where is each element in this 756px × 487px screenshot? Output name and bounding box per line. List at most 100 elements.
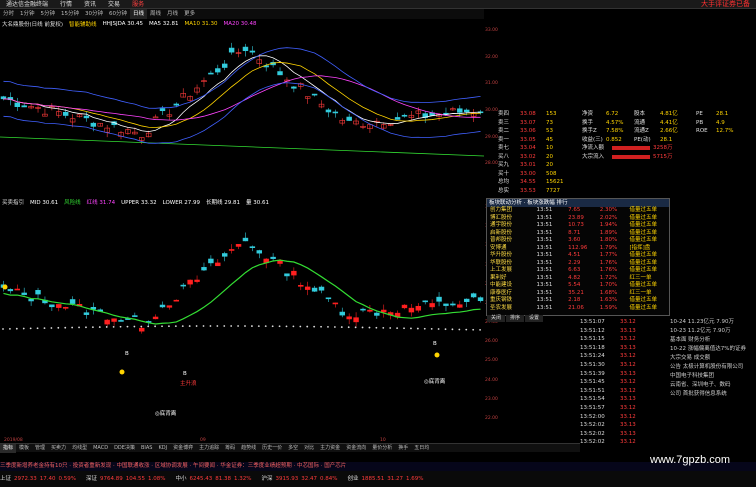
menu-trade[interactable]: 交易	[102, 0, 126, 9]
sector-row[interactable]: 通宇股份 13:51 10.73 1.94% 借量过五单	[487, 222, 669, 230]
indicator-tab[interactable]: 历史一价	[259, 444, 285, 453]
news-item[interactable]: 中国电子科技集团	[670, 372, 756, 381]
sector-pct: 1.76%	[599, 259, 618, 266]
stat-key: 流通	[634, 119, 646, 126]
sector-price: 2.18	[568, 297, 581, 303]
settings-button[interactable]: 设置	[525, 315, 544, 322]
indicator-tab[interactable]: DDE决策	[111, 444, 138, 453]
candle-body	[318, 286, 325, 291]
indicator-chart[interactable]: B B B ◎底背离 ◎底背离 主升浪	[0, 197, 484, 437]
period-tab[interactable]: 15分钟	[58, 9, 82, 19]
period-tab[interactable]: 60分钟	[106, 9, 130, 19]
sector-row[interactable]: 创力集团 13:51 7.65 2.30% 借量过五单	[487, 207, 669, 215]
indicator-tab[interactable]: 资金流向	[343, 444, 369, 453]
indicator-tab[interactable]: 模板	[16, 444, 32, 453]
tick-price: 33.12	[620, 336, 636, 343]
news-item[interactable]: 云南省、深圳电子、数码	[670, 381, 756, 390]
brand-label: 大手评证券已备	[701, 0, 750, 8]
long-term-dot	[15, 327, 18, 330]
period-tab[interactable]: 1分钟	[17, 9, 38, 19]
indicator-tab[interactable]: 多空	[285, 444, 301, 453]
indicator-tab[interactable]: MACD	[90, 444, 111, 453]
sector-stock-name: 圣农发展	[490, 304, 513, 311]
indicator-tab[interactable]: KDJ	[155, 444, 170, 453]
sector-row[interactable]: 华联股份 13:51 2.29 1.76% 借量过五单	[487, 260, 669, 268]
sector-row[interactable]: 博汇股份 13:51 23.89 2.02% 借量过五单	[487, 215, 669, 223]
indicator-tab[interactable]: 五日均	[411, 444, 432, 453]
indicator-tab[interactable]: 买卖力	[48, 444, 69, 453]
tick-row: 13:51:24 33.12	[580, 352, 670, 361]
indicator-tab[interactable]: 趋势线	[238, 444, 259, 453]
long-term-dot	[223, 325, 226, 327]
index-quote[interactable]: 沪深 3915.93 32.47 0.84%	[262, 471, 338, 487]
candle-body	[325, 109, 332, 113]
flow-row: 净流入额 3258万	[582, 144, 692, 153]
indicator-tab[interactable]: 资金博弈	[170, 444, 196, 453]
indicator-tab[interactable]: 指标	[0, 443, 17, 453]
period-tab[interactable]: 更多	[181, 9, 198, 19]
menu-info[interactable]: 资讯	[78, 0, 102, 9]
sector-time: 13:51	[536, 207, 553, 213]
sector-row[interactable]: 圣农发展 13:51 21.06 1.59% 借量过五单	[487, 305, 669, 313]
sector-row[interactable]: 康泰医疗 13:51 35.21 1.68% 红三一单	[487, 290, 669, 298]
long-term-dot	[451, 328, 454, 331]
indicator-tab[interactable]: 管理	[32, 444, 48, 453]
period-tab[interactable]: 分时	[0, 9, 17, 19]
indicator-tab[interactable]: 对比	[301, 444, 317, 453]
period-tab[interactable]: 月线	[164, 9, 181, 19]
index-quote[interactable]: 深证 9764.89 104.55 1.08%	[86, 471, 166, 487]
sector-stock-name: 上工发展	[490, 267, 513, 273]
sector-row[interactable]: 果利好 13:51 4.82 1.72% 红三一单	[487, 275, 669, 283]
close-button[interactable]: 关闭	[487, 315, 506, 322]
flow-value: 3258万	[653, 145, 673, 151]
menu-market[interactable]: 行情	[54, 0, 78, 9]
news-item[interactable]: 大宗交易 成交额	[670, 354, 756, 363]
menu-app[interactable]: 通达信金融终端	[0, 0, 54, 9]
index-quote[interactable]: 上证 2972.33 17.40 0.59%	[0, 471, 76, 487]
sector-row[interactable]: 重庆钢铁 13:51 2.18 1.63% 借量过五单	[487, 297, 669, 305]
sector-row[interactable]: 华升股份 13:51 4.51 1.77% 借量过五单	[487, 252, 669, 260]
indicator-tab[interactable]: BIAS	[138, 444, 156, 453]
sector-price: 112.96	[568, 244, 588, 251]
indicator-tab[interactable]: 量价分析	[369, 444, 395, 453]
sector-price: 10.73	[568, 222, 584, 228]
period-tab[interactable]: 30分钟	[82, 9, 106, 19]
news-item[interactable]: 10-24 11.23亿元 7.90万	[670, 318, 756, 327]
period-tab[interactable]: 周线	[147, 9, 164, 19]
period-tab-day[interactable]: 日线	[130, 9, 148, 19]
news-item[interactable]: 公司 首批获得信息系统	[670, 390, 756, 399]
sector-row[interactable]: 启新股份 13:51 8.71 1.89% 借量过五单	[487, 230, 669, 238]
menu-service[interactable]: 服务	[126, 0, 150, 9]
news-item[interactable]: 10-23 11.2亿元 7.90万	[670, 327, 756, 336]
valuation-row: PB 4.9	[696, 119, 754, 128]
stat-key: 收益(三)	[582, 136, 603, 143]
sector-row[interactable]: 上工发展 13:51 6.63 1.76% 借量过五单	[487, 267, 669, 275]
indicator-tab[interactable]: 主力资金	[317, 444, 343, 453]
index-quote[interactable]: 创业 1885.51 31.27 1.69%	[348, 471, 424, 487]
indicator-tab[interactable]: 均线型	[69, 444, 90, 453]
index-quote[interactable]: 中小 6245.43 81.38 1.32%	[176, 471, 252, 487]
tick-price: 33.13	[620, 422, 636, 429]
sector-row[interactable]: 安博通 13:51 112.96 1.79% [指挥]盘	[487, 245, 669, 253]
news-item[interactable]: 10-22 涨幅偏离值达7%的证券	[670, 345, 756, 354]
sector-row[interactable]: 普邦股份 13:51 3.60 1.80% 借量过五单	[487, 237, 669, 245]
news-item[interactable]: 公告 太极计算机股份有限公司	[670, 363, 756, 372]
sort-button[interactable]: 排序	[506, 315, 525, 322]
tick-time: 13:51:30	[580, 361, 605, 368]
news-item[interactable]: 基本面 财务分析	[670, 336, 756, 345]
candle-body	[14, 288, 21, 291]
period-tab[interactable]: 5分钟	[38, 9, 59, 19]
indicator-tab[interactable]: 筹码	[222, 444, 238, 453]
sector-stock-name: 果利好	[490, 274, 507, 281]
stat-key: 股本	[634, 111, 646, 117]
indicator-tab[interactable]: 换手	[395, 444, 411, 453]
sector-pct: 1.77%	[599, 252, 618, 258]
sector-popup[interactable]: 板块联动分析 · 板块涨跌幅 排行 创力集团 13:51 7.65 2.30% 借量过五…	[486, 198, 670, 322]
candle-body	[256, 250, 263, 254]
candle-body	[450, 303, 456, 306]
kline-chart[interactable]	[0, 19, 484, 192]
sector-row[interactable]: 中能建设 13:51 5.54 1.70% 借量过五单	[487, 282, 669, 290]
news-ticker[interactable]: 三季度新增养老金持有10只 · 投资者重新发现 · 中国联通收涨 · 区域协调发…	[0, 462, 756, 471]
stat-value: 2.66亿	[660, 128, 678, 134]
indicator-tab[interactable]: 主力追踪	[196, 444, 222, 453]
